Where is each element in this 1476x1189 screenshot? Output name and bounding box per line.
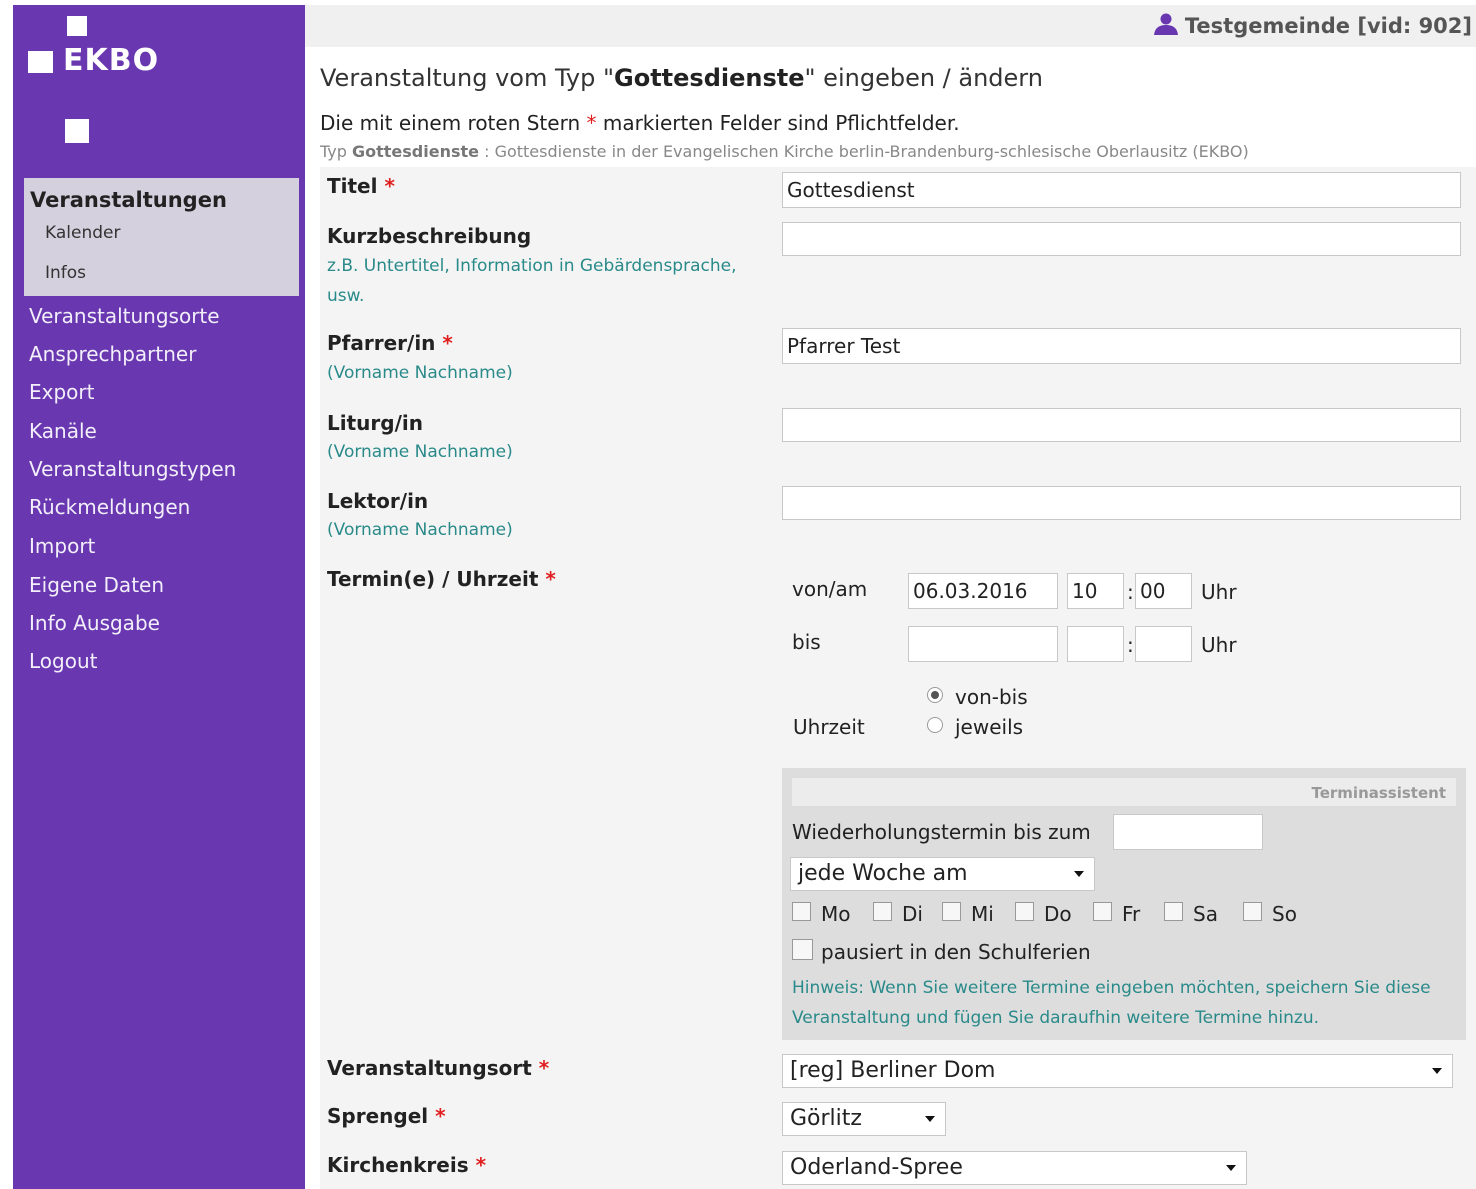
checkbox-di[interactable]: [873, 902, 892, 921]
nav-group-title[interactable]: Veranstaltungen: [30, 188, 227, 212]
liturg-input[interactable]: [782, 408, 1461, 442]
bis-label: bis: [792, 630, 821, 654]
checkbox-so[interactable]: [1243, 902, 1262, 921]
checkbox-sa[interactable]: [1164, 902, 1183, 921]
chevron-down-icon: [1226, 1165, 1236, 1171]
titel-label: Titel *: [327, 174, 395, 198]
sprengel-label: Sprengel *: [327, 1104, 446, 1128]
radio-jeweils-label: jeweils: [955, 715, 1024, 739]
von-minute-input[interactable]: [1135, 573, 1192, 609]
radio-jeweils[interactable]: [927, 717, 943, 733]
day-label-do: Do: [1044, 902, 1072, 926]
schulferien-label: pausiert in den Schulferien: [821, 940, 1091, 964]
logo-square-icon: [67, 16, 87, 36]
day-label-sa: Sa: [1193, 902, 1218, 926]
day-label-fr: Fr: [1122, 902, 1141, 926]
sidebar: EKBO Veranstaltungen Kalender Infos Vera…: [13, 5, 305, 1189]
uhr-label: Uhr: [1201, 633, 1237, 657]
user-info[interactable]: Testgemeinde [vid: 902]: [1153, 13, 1472, 38]
nav-link-import[interactable]: Import: [29, 534, 95, 558]
type-info: Typ Gottesdienste : Gottesdienste in der…: [320, 142, 1249, 161]
terminassistent-header: Terminassistent: [792, 778, 1456, 806]
lektor-hint: (Vorname Nachname): [327, 520, 513, 540]
user-icon: [1153, 13, 1178, 35]
von-am-label: von/am: [792, 577, 868, 601]
liturg-label: Liturg/in: [327, 411, 423, 435]
bis-minute-input[interactable]: [1135, 626, 1192, 662]
von-date-input[interactable]: [908, 573, 1058, 609]
pfarrer-hint: (Vorname Nachname): [327, 363, 513, 383]
nav-link-info-ausgabe[interactable]: Info Ausgabe: [29, 611, 160, 635]
sprengel-select[interactable]: Görlitz: [782, 1102, 946, 1136]
chevron-down-icon: [1432, 1068, 1442, 1074]
nav-item-infos[interactable]: Infos: [45, 263, 86, 283]
day-label-di: Di: [902, 902, 923, 926]
kurzbeschreibung-hint: z.B. Untertitel, Information in Gebärden…: [327, 256, 737, 306]
checkbox-mo[interactable]: [792, 902, 811, 921]
wiederholung-label: Wiederholungstermin bis zum: [792, 820, 1091, 844]
chevron-down-icon: [925, 1116, 935, 1122]
veranstaltungsort-select[interactable]: [reg] Berliner Dom: [782, 1054, 1453, 1088]
kirchenkreis-select[interactable]: Oderland-Spree: [782, 1151, 1247, 1185]
uhr-label: Uhr: [1201, 580, 1237, 604]
checkbox-mi[interactable]: [942, 902, 961, 921]
nav-link-rueckmeldungen[interactable]: Rückmeldungen: [29, 495, 190, 519]
logo-square-icon: [65, 119, 89, 143]
kirchenkreis-label: Kirchenkreis *: [327, 1153, 487, 1177]
bis-hour-input[interactable]: [1067, 626, 1124, 662]
wiederholung-date-input[interactable]: [1113, 814, 1263, 850]
liturg-hint: (Vorname Nachname): [327, 442, 513, 462]
nav-group-veranstaltungen: Veranstaltungen Kalender Infos: [24, 178, 299, 296]
chevron-down-icon: [1074, 871, 1084, 877]
termin-hinweis: Hinweis: Wenn Sie weitere Termine eingeb…: [792, 978, 1431, 1028]
nav-link-logout[interactable]: Logout: [29, 649, 97, 673]
logo-square-icon: [28, 51, 53, 73]
lektor-label: Lektor/in: [327, 489, 429, 513]
day-label-so: So: [1272, 902, 1297, 926]
veranstaltungsort-label: Veranstaltungsort *: [327, 1056, 550, 1080]
time-colon: :: [1127, 633, 1134, 657]
pfarrer-label: Pfarrer/in *: [327, 331, 453, 355]
nav-link-export[interactable]: Export: [29, 380, 94, 404]
nav-link-eigene-daten[interactable]: Eigene Daten: [29, 573, 164, 597]
ekbo-logo[interactable]: EKBO: [13, 5, 305, 175]
nav-link-veranstaltungstypen[interactable]: Veranstaltungstypen: [29, 457, 236, 481]
uhrzeit-label: Uhrzeit: [793, 715, 865, 739]
lektor-input[interactable]: [782, 486, 1461, 520]
checkbox-do[interactable]: [1015, 902, 1034, 921]
radio-von-bis[interactable]: [927, 687, 943, 703]
page-title: Veranstaltung vom Typ "Gottesdienste" ei…: [320, 64, 1043, 92]
von-hour-input[interactable]: [1067, 573, 1124, 609]
interval-select[interactable]: jede Woche am: [790, 857, 1095, 891]
day-label-mo: Mo: [821, 902, 851, 926]
checkbox-fr[interactable]: [1093, 902, 1112, 921]
nav-item-kalender[interactable]: Kalender: [45, 223, 120, 243]
titel-input[interactable]: [782, 172, 1461, 208]
required-note: Die mit einem roten Stern * markierten F…: [320, 111, 960, 135]
termin-label: Termin(e) / Uhrzeit *: [327, 567, 556, 591]
time-colon: :: [1127, 580, 1134, 604]
day-label-mi: Mi: [971, 902, 994, 926]
bis-date-input[interactable]: [908, 626, 1058, 662]
logo-text: EKBO: [63, 43, 160, 78]
top-bar: Testgemeinde [vid: 902]: [305, 5, 1476, 47]
kurzbeschreibung-input[interactable]: [782, 222, 1461, 256]
pfarrer-input[interactable]: [782, 328, 1461, 364]
nav-link-veranstaltungsorte[interactable]: Veranstaltungsorte: [29, 304, 220, 328]
nav-link-ansprechpartner[interactable]: Ansprechpartner: [29, 342, 196, 366]
kurzbeschreibung-label: Kurzbeschreibung: [327, 224, 532, 248]
checkbox-schulferien[interactable]: [792, 939, 813, 960]
radio-von-bis-label: von-bis: [955, 685, 1028, 709]
user-name: Testgemeinde [vid: 902]: [1184, 14, 1472, 38]
nav-link-kanaele[interactable]: Kanäle: [29, 419, 97, 443]
